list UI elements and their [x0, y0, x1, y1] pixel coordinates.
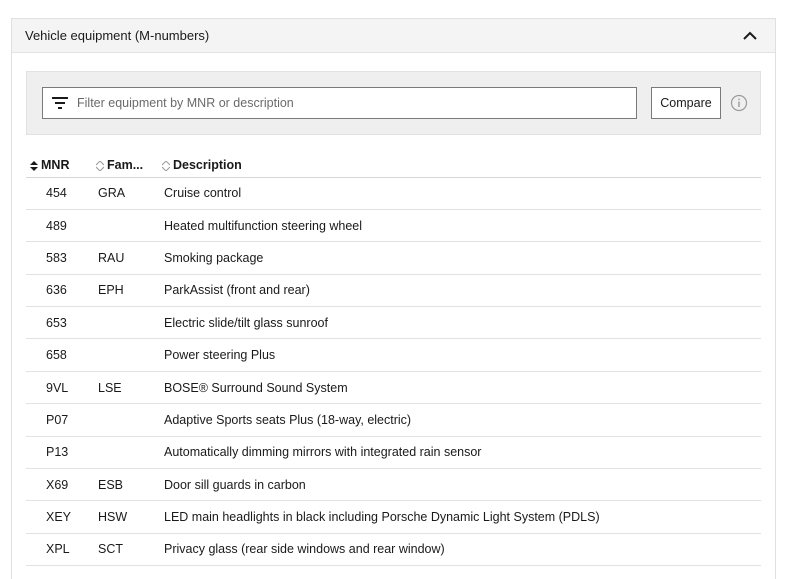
- cell-description: Adaptive Sports seats Plus (18-way, elec…: [162, 403, 761, 437]
- cell-mnr: 454: [26, 177, 96, 210]
- cell-description: Privacy glass (rear side windows and rea…: [162, 533, 761, 567]
- table-row: 9VL LSE BOSE® Surround Sound System: [26, 371, 761, 405]
- collapse-button[interactable]: [738, 24, 762, 48]
- cell-mnr: 583: [26, 241, 96, 275]
- table-row: XPL SCT Privacy glass (rear side windows…: [26, 533, 761, 567]
- cell-description: Automatically dimming mirrors with integ…: [162, 436, 761, 470]
- cell-mnr: XPL: [26, 533, 96, 567]
- cell-mnr: 658: [26, 338, 96, 372]
- chevron-up-icon: [743, 31, 757, 40]
- cell-description: Heated multifunction steering wheel: [162, 209, 761, 243]
- cell-family: RAU: [96, 241, 162, 275]
- filter-field[interactable]: [42, 87, 637, 119]
- cell-family: ESB: [96, 468, 162, 502]
- cell-mnr: 653: [26, 306, 96, 340]
- column-header-mnr[interactable]: MNR: [26, 154, 96, 178]
- cell-family: [96, 306, 162, 340]
- cell-mnr: 9VL: [26, 371, 96, 405]
- cell-description: LED main headlights in black including P…: [162, 500, 761, 534]
- cell-family: [96, 338, 162, 372]
- column-label-family: Fam...: [107, 158, 144, 173]
- table-header-row: MNR Fam... Description: [26, 154, 761, 178]
- cell-description: Power steering Plus: [162, 338, 761, 372]
- table-row: XEY HSW LED main headlights in black inc…: [26, 500, 761, 534]
- table-row: P13 Automatically dimming mirrors with i…: [26, 436, 761, 470]
- cell-mnr: P13: [26, 436, 96, 470]
- cell-mnr: 489: [26, 209, 96, 243]
- table-row: 454 GRA Cruise control: [26, 177, 761, 210]
- sort-active-icon: [30, 160, 38, 171]
- cell-description: Cruise control: [162, 177, 761, 210]
- table-row: 636 EPH ParkAssist (front and rear): [26, 274, 761, 308]
- table-row: X69 ESB Door sill guards in carbon: [26, 468, 761, 502]
- column-label-mnr: MNR: [41, 158, 70, 173]
- cell-family: SCT: [96, 533, 162, 567]
- sort-icon: [96, 160, 104, 171]
- cell-mnr: XEY: [26, 500, 96, 534]
- table-row: 489 Heated multifunction steering wheel: [26, 209, 761, 243]
- cell-description: ParkAssist (front and rear): [162, 274, 761, 308]
- filter-input[interactable]: [77, 89, 636, 117]
- cell-mnr: 636: [26, 274, 96, 308]
- cell-family: [96, 209, 162, 243]
- equipment-table: MNR Fam... Description 454 GRA Cruise co…: [26, 154, 761, 567]
- cell-description: Smoking package: [162, 241, 761, 275]
- filter-bar: Compare: [26, 71, 761, 135]
- table-row: P07 Adaptive Sports seats Plus (18-way, …: [26, 403, 761, 437]
- table-row: 658 Power steering Plus: [26, 338, 761, 372]
- table-row: 583 RAU Smoking package: [26, 241, 761, 275]
- cell-family: [96, 436, 162, 470]
- panel-title: Vehicle equipment (M-numbers): [25, 28, 210, 43]
- cell-mnr: X69: [26, 468, 96, 502]
- table-row: 653 Electric slide/tilt glass sunroof: [26, 306, 761, 340]
- cell-family: [96, 403, 162, 437]
- cell-mnr: P07: [26, 403, 96, 437]
- cell-family: GRA: [96, 177, 162, 210]
- filter-icon: [43, 88, 77, 118]
- column-header-description[interactable]: Description: [162, 154, 761, 178]
- info-icon[interactable]: [730, 94, 748, 112]
- column-header-family[interactable]: Fam...: [96, 154, 162, 178]
- cell-family: LSE: [96, 371, 162, 405]
- sort-icon: [162, 160, 170, 171]
- cell-family: HSW: [96, 500, 162, 534]
- column-label-description: Description: [173, 158, 242, 173]
- cell-description: Door sill guards in carbon: [162, 468, 761, 502]
- equipment-panel: Vehicle equipment (M-numbers) Compare: [11, 18, 776, 579]
- cell-family: EPH: [96, 274, 162, 308]
- cell-description: BOSE® Surround Sound System: [162, 371, 761, 405]
- panel-header[interactable]: Vehicle equipment (M-numbers): [12, 19, 775, 53]
- compare-button[interactable]: Compare: [651, 87, 721, 119]
- cell-description: Electric slide/tilt glass sunroof: [162, 306, 761, 340]
